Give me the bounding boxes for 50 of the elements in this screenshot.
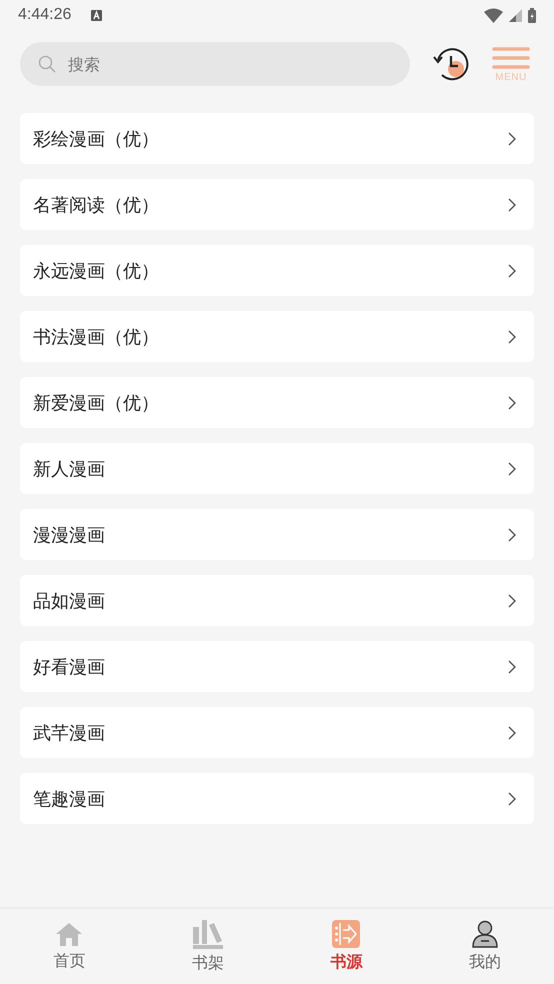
source-item[interactable]: 笔趣漫画 xyxy=(20,773,534,824)
menu-icon xyxy=(492,46,530,70)
source-name: 笔趣漫画 xyxy=(33,788,105,810)
source-item[interactable]: 名著阅读（优） xyxy=(20,179,534,230)
source-name: 永远漫画（优） xyxy=(33,260,159,282)
books-icon xyxy=(192,919,224,949)
source-name: 名著阅读（优） xyxy=(33,194,159,216)
chevron-icon xyxy=(508,330,516,344)
chevron-icon xyxy=(508,594,516,608)
nav-tab[interactable]: 我的 xyxy=(416,909,554,984)
chevron-icon xyxy=(508,264,516,278)
wifi-icon xyxy=(484,8,503,22)
history-icon xyxy=(432,45,470,83)
source-name: 新人漫画 xyxy=(33,458,105,480)
history-button[interactable] xyxy=(432,45,470,83)
chevron-icon xyxy=(508,198,516,212)
source-icon xyxy=(332,920,360,948)
battery-icon xyxy=(528,8,536,22)
status-time: 4:44:26 xyxy=(18,6,72,24)
nav-tab[interactable]: 书架 xyxy=(138,909,277,984)
home-icon xyxy=(55,921,84,947)
source-name: 漫漫漫画 xyxy=(33,524,105,546)
keyboard-icon xyxy=(91,10,102,20)
source-item[interactable]: 好看漫画 xyxy=(20,641,534,692)
source-name: 品如漫画 xyxy=(33,590,105,612)
nav-tab[interactable]: 书源 xyxy=(277,909,416,984)
source-item[interactable]: 书法漫画（优） xyxy=(20,311,534,362)
chevron-icon xyxy=(508,132,516,146)
source-name: 好看漫画 xyxy=(33,656,105,678)
chevron-icon xyxy=(508,726,516,740)
source-name: 书法漫画（优） xyxy=(33,326,159,348)
chevron-icon xyxy=(508,660,516,674)
source-item[interactable]: 彩绘漫画（优） xyxy=(20,113,534,164)
chevron-icon xyxy=(508,792,516,806)
chevron-icon xyxy=(508,396,516,410)
chevron-icon xyxy=(508,528,516,542)
source-name: 新爱漫画（优） xyxy=(33,392,159,414)
signal-icon xyxy=(509,8,522,22)
source-item[interactable]: 永远漫画（优） xyxy=(20,245,534,296)
search-field[interactable]: 搜索 xyxy=(20,42,410,86)
source-item[interactable]: 漫漫漫画 xyxy=(20,509,534,560)
source-name: 武芊漫画 xyxy=(33,722,105,744)
nav-tab[interactable]: 首页 xyxy=(0,909,138,984)
source-item[interactable]: 新人漫画 xyxy=(20,443,534,494)
chevron-icon xyxy=(508,462,516,476)
source-item[interactable]: 品如漫画 xyxy=(20,575,534,626)
source-item[interactable]: 新爱漫画（优） xyxy=(20,377,534,428)
source-name: 彩绘漫画（优） xyxy=(33,128,159,150)
source-item[interactable]: 武芊漫画 xyxy=(20,707,534,758)
person-icon xyxy=(472,920,498,948)
